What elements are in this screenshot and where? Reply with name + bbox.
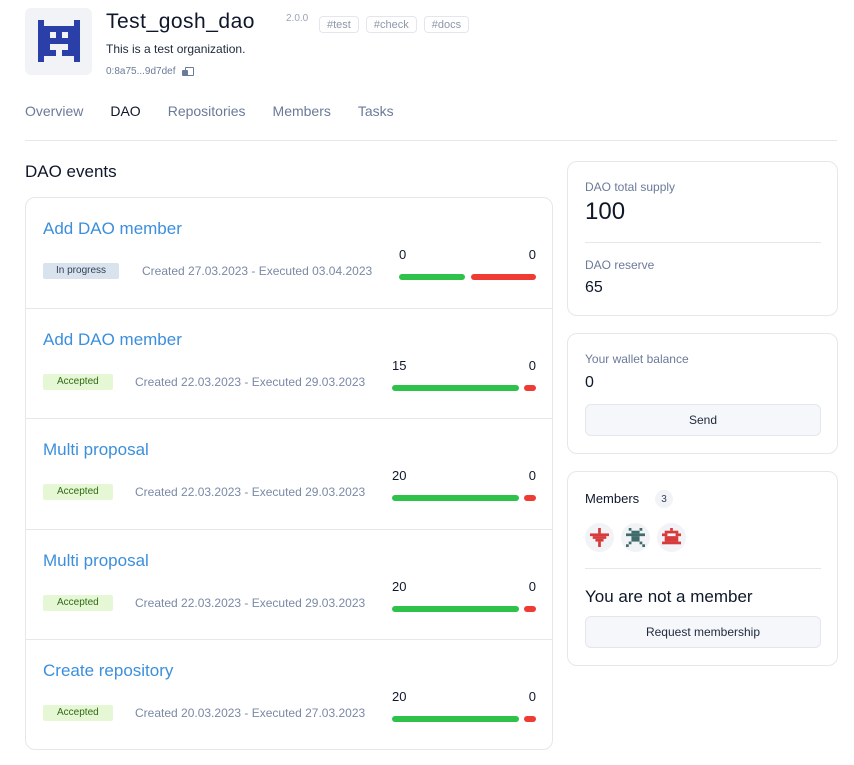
vote-results: 0 0: [399, 247, 536, 281]
tab-dao[interactable]: DAO: [110, 103, 140, 119]
wallet-balance-label: Your wallet balance: [585, 352, 689, 366]
divider: [585, 242, 821, 243]
votes-for-count: 0: [399, 247, 407, 262]
votes-for-count: 20: [392, 578, 407, 594]
vote-results: 15 0: [392, 358, 536, 392]
votes-against-count: 0: [528, 468, 536, 483]
not-member-text: You are not a member: [585, 587, 753, 606]
teal-pixel-avatar: [626, 528, 645, 547]
status-badge: Accepted: [43, 373, 113, 390]
event-dates: Created 22.03.2023 - Executed 29.03.2023: [135, 374, 366, 389]
event-dates: Created 22.03.2023 - Executed 29.03.2023: [135, 595, 366, 610]
dao-logo: [25, 8, 92, 75]
events-list: Add DAO member In progress Created 27.03…: [25, 197, 553, 750]
votes-against-bar: [524, 605, 536, 612]
members-count-badge: 3: [655, 490, 673, 508]
tabs-divider: [25, 140, 837, 141]
tag-list: #test #check #docs: [319, 16, 470, 33]
tab-overview[interactable]: Overview: [25, 103, 83, 119]
tab-members[interactable]: Members: [273, 103, 331, 119]
dao-description: This is a test organization.: [106, 42, 246, 56]
avatar[interactable]: [621, 523, 650, 552]
votes-for-count: 20: [392, 689, 407, 704]
votes-for-bar: [392, 495, 519, 501]
tag[interactable]: #docs: [423, 16, 470, 33]
status-badge: Accepted: [43, 484, 113, 500]
event-title-link[interactable]: Multi proposal: [43, 551, 149, 571]
copy-icon[interactable]: [181, 66, 194, 77]
votes-against-count: 0: [528, 578, 536, 594]
event-row: Add DAO member In progress Created 27.03…: [26, 198, 552, 309]
tab-repositories[interactable]: Repositories: [168, 103, 246, 119]
reserve-value: 65: [585, 279, 603, 296]
supply-card: DAO total supply 100 DAO reserve 65: [567, 161, 838, 316]
votes-against-bar: [524, 716, 536, 722]
divider: [585, 568, 821, 569]
member-avatars: [585, 523, 686, 552]
tag[interactable]: #test: [319, 16, 359, 33]
address-text: 0:8a75...9d7def: [106, 66, 176, 77]
event-row: Multi proposal Accepted Created 22.03.20…: [26, 530, 552, 640]
event-title-link[interactable]: Add DAO member: [43, 219, 182, 239]
send-button[interactable]: Send: [585, 404, 821, 436]
votes-for-count: 15: [392, 357, 407, 373]
votes-for-bar: [392, 716, 519, 722]
event-title-link[interactable]: Add DAO member: [43, 330, 182, 350]
votes-for-count: 20: [392, 468, 407, 483]
votes-against-count: 0: [528, 689, 536, 704]
dao-name: Test_gosh_dao: [106, 10, 255, 33]
votes-for-bar: [392, 605, 519, 612]
wallet-card: Your wallet balance 0 Send: [567, 333, 838, 454]
members-title: Members: [585, 491, 640, 506]
vote-results: 20 0: [392, 468, 536, 502]
red-pixel-avatar: [590, 528, 609, 547]
event-title-link[interactable]: Multi proposal: [43, 440, 149, 460]
tab-bar: Overview DAO Repositories Members Tasks: [25, 103, 394, 119]
event-row: Create repository Accepted Created 20.03…: [26, 640, 552, 749]
avatar[interactable]: [585, 523, 614, 552]
events-title: DAO events: [25, 162, 117, 181]
votes-against-count: 0: [528, 357, 536, 373]
votes-against-bar: [471, 274, 536, 280]
version-label: 2.0.0: [286, 13, 309, 24]
request-membership-button[interactable]: Request membership: [585, 616, 821, 648]
dao-address: 0:8a75...9d7def: [106, 66, 194, 77]
event-dates: Created 22.03.2023 - Executed 29.03.2023: [135, 485, 366, 499]
members-card: Members 3 You are not a member Request m…: [567, 471, 838, 666]
tab-tasks[interactable]: Tasks: [358, 103, 394, 119]
tag[interactable]: #check: [365, 16, 417, 33]
status-badge: Accepted: [43, 705, 113, 721]
event-row: Add DAO member Accepted Created 22.03.20…: [26, 309, 552, 419]
vote-results: 20 0: [392, 689, 536, 723]
event-dates: Created 20.03.2023 - Executed 27.03.2023: [135, 706, 366, 720]
vote-results: 20 0: [392, 579, 536, 613]
avatar[interactable]: [657, 523, 686, 552]
wallet-balance-value: 0: [585, 374, 594, 391]
votes-against-bar: [524, 384, 536, 391]
status-badge: In progress: [43, 263, 120, 279]
votes-for-bar: [399, 274, 465, 280]
dao-logo-icon: [38, 20, 80, 62]
event-row: Multi proposal Accepted Created 22.03.20…: [26, 419, 552, 530]
event-title-link[interactable]: Create repository: [43, 661, 173, 681]
red-pixel-avatar: [662, 528, 681, 545]
total-supply-value: 100: [585, 198, 626, 225]
votes-for-bar: [392, 384, 519, 391]
total-supply-label: DAO total supply: [585, 180, 676, 194]
reserve-label: DAO reserve: [585, 258, 655, 272]
status-badge: Accepted: [43, 594, 113, 611]
votes-against-count: 0: [528, 247, 536, 262]
event-dates: Created 27.03.2023 - Executed 03.04.2023: [142, 264, 373, 278]
votes-against-bar: [524, 495, 536, 501]
